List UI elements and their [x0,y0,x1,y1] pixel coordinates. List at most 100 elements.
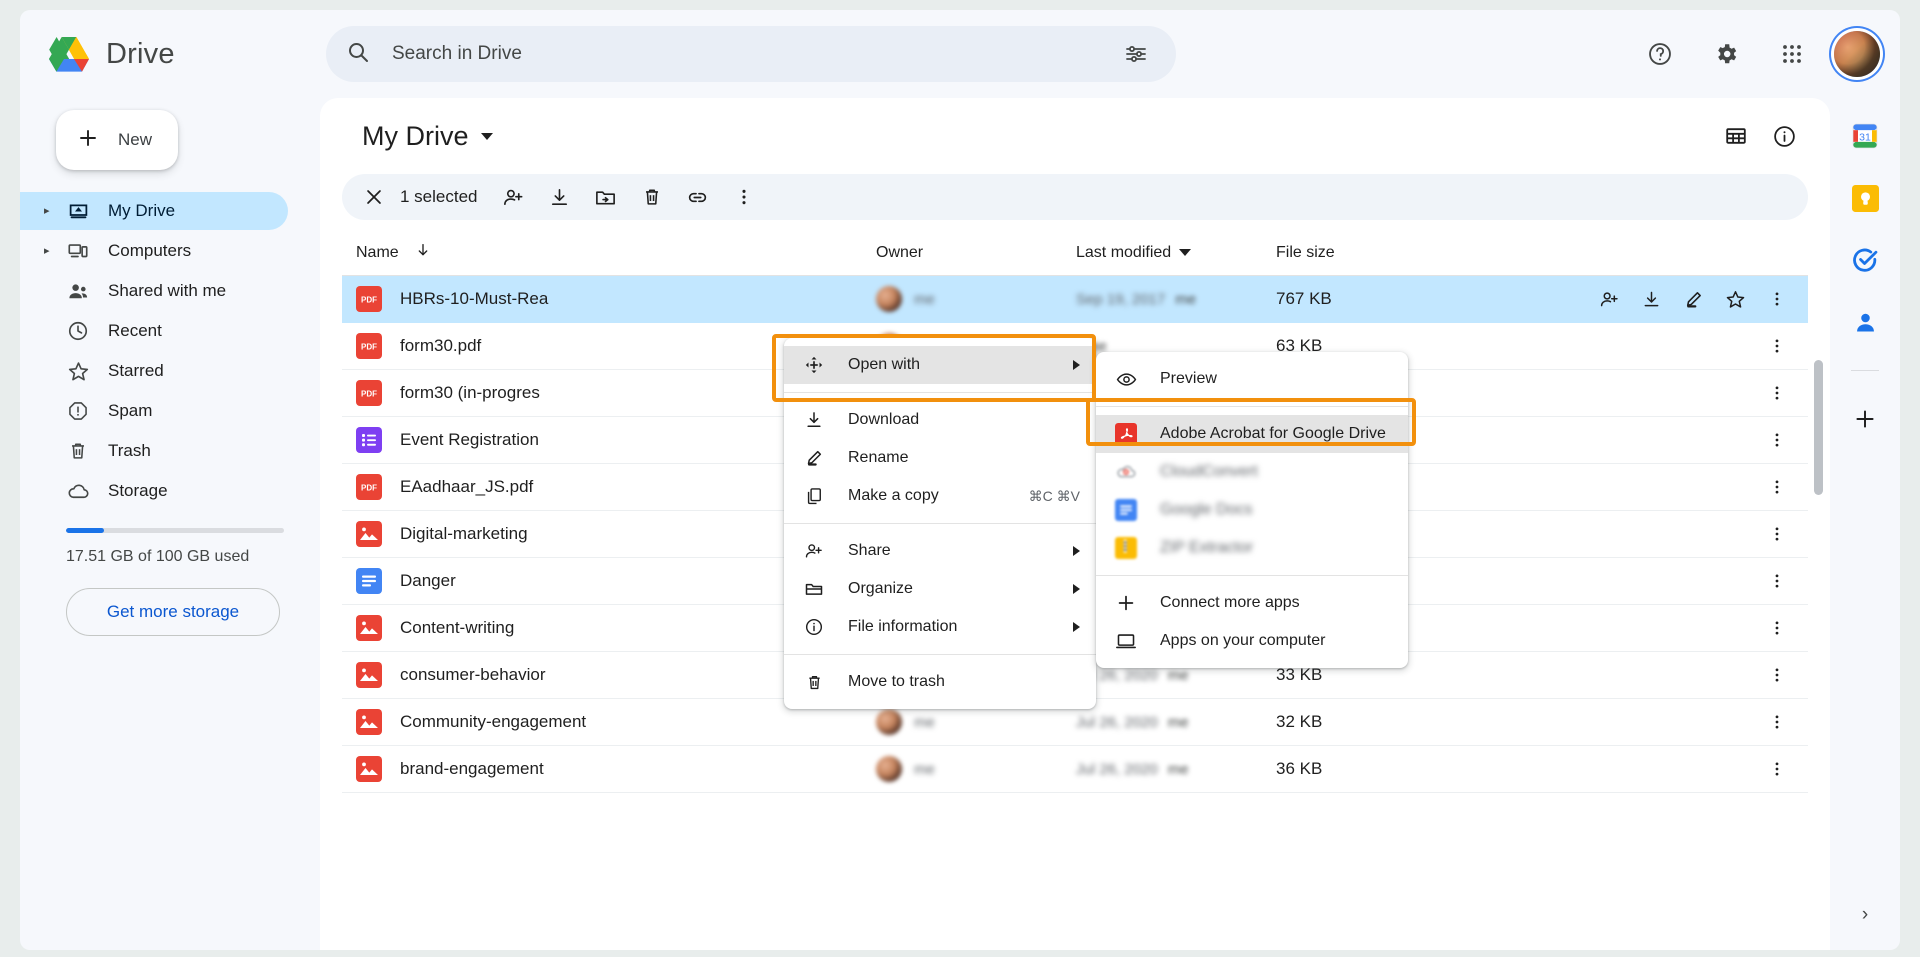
context-menu-item-shortcut: ⌘C ⌘V [1029,488,1080,505]
more-vert-icon[interactable] [1760,564,1794,598]
submenu-item-adobe-acrobat[interactable]: Adobe Acrobat for Google Drive [1096,415,1408,453]
more-vert-icon[interactable] [1760,282,1794,316]
new-button[interactable]: New [56,110,178,170]
sidebar-item-my-drive[interactable]: ▸ My Drive [20,192,288,230]
file-type-pdf-icon: PDF [356,286,382,312]
search-input[interactable] [392,43,1116,65]
modified-by: me [1168,667,1189,684]
google-calendar-icon[interactable]: 31 [1849,120,1881,152]
context-menu-item-file-information[interactable]: File information [784,608,1096,646]
copy-icon [802,486,826,506]
gear-icon[interactable] [1702,30,1750,78]
trash-icon[interactable] [632,177,672,217]
brand[interactable]: Drive [20,35,320,73]
owner-avatar [876,709,902,735]
share-person-add-icon[interactable] [494,177,534,217]
avatar[interactable] [1834,31,1880,77]
row-actions [1456,329,1794,363]
list-scrollbar[interactable] [1814,360,1823,495]
row-actions [1456,470,1794,504]
submenu-item-connect-more-apps[interactable]: Connect more apps [1096,584,1408,622]
context-menu-item-share[interactable]: Share [784,532,1096,570]
sidebar-item-storage[interactable]: Storage [20,472,288,510]
context-menu-item-organize[interactable]: Organize [784,570,1096,608]
file-name-label: Digital-marketing [400,524,528,544]
google-tasks-icon[interactable] [1849,244,1881,276]
google-contacts-icon[interactable] [1849,306,1881,338]
share-person-add-icon[interactable] [1592,282,1626,316]
storage-progress-bar [66,528,284,533]
file-owner-cell: me [876,286,1076,312]
column-header-file-size[interactable]: File size [1276,244,1456,262]
more-vert-icon[interactable] [1760,517,1794,551]
download-icon[interactable] [1634,282,1668,316]
table-row[interactable]: PDF HBRs-10-Must-Rea me Sep 19, 2017 me … [342,276,1808,323]
submenu-item-apps-on-your-computer[interactable]: Apps on your computer [1096,622,1408,660]
move-to-folder-icon[interactable] [586,177,626,217]
sidebar-item-starred[interactable]: Starred [20,352,288,390]
more-vert-icon[interactable] [1760,470,1794,504]
submenu-item-label: CloudConvert [1160,463,1392,481]
caret-down-icon [481,133,493,140]
more-vert-icon[interactable] [1760,329,1794,363]
context-menu-item-open-with[interactable]: Open with [784,346,1096,384]
get-link-icon[interactable] [678,177,718,217]
svg-text:PDF: PDF [361,390,377,399]
submenu-item-google-docs[interactable]: Google Docs [1096,491,1408,529]
more-vert-icon[interactable] [1760,611,1794,645]
svg-text:PDF: PDF [361,484,377,493]
context-menu-item-move-to-trash[interactable]: Move to trash [784,663,1096,701]
svg-text:PDF: PDF [361,296,377,305]
search-options-tune-icon[interactable] [1116,34,1156,74]
rename-pencil-icon[interactable] [1676,282,1710,316]
star-icon[interactable] [1718,282,1752,316]
context-menu-item-make-a-copy[interactable]: Make a copy ⌘C ⌘V [784,477,1096,515]
info-icon[interactable] [1760,112,1808,160]
more-vert-icon[interactable] [1760,752,1794,786]
help-icon[interactable] [1636,30,1684,78]
add-app-plus-icon[interactable] [1849,403,1881,435]
page-title[interactable]: My Drive [352,117,503,156]
column-header-name[interactable]: Name [356,242,876,263]
adobe-acrobat-icon [1114,423,1138,445]
recent-clock-icon [66,319,90,343]
sidebar-item-recent[interactable]: Recent [20,312,288,350]
file-name-label: Danger [400,571,456,591]
row-actions [1456,376,1794,410]
sidebar-item-trash[interactable]: Trash [20,432,288,470]
apps-grid-icon[interactable] [1768,30,1816,78]
owner-name: me [914,761,935,778]
sidebar: New ▸ My Drive ▸ Computers [20,98,320,950]
sidebar-item-spam[interactable]: Spam [20,392,288,430]
grid-view-icon[interactable] [1712,112,1760,160]
file-type-image-icon [356,521,382,547]
submenu-item-cloudconvert[interactable]: CloudConvert [1096,453,1408,491]
close-icon[interactable] [354,177,394,217]
more-vert-icon[interactable] [1760,376,1794,410]
more-vert-icon[interactable] [1760,705,1794,739]
download-icon[interactable] [540,177,580,217]
more-vert-icon[interactable] [724,177,764,217]
column-header-last-modified[interactable]: Last modified [1076,244,1276,262]
sidebar-item-computers[interactable]: ▸ Computers [20,232,288,270]
more-vert-icon[interactable] [1760,658,1794,692]
search-icon [346,40,370,69]
context-menu-item-download[interactable]: Download [784,401,1096,439]
submenu-item-preview[interactable]: Preview [1096,360,1408,398]
chevron-right-icon[interactable]: ▸ [44,205,56,217]
submenu-item-zip-extractor[interactable]: ZIP Extractor [1096,529,1408,567]
chevron-right-icon[interactable]: ▸ [44,245,56,257]
get-more-storage-button[interactable]: Get more storage [66,588,280,636]
google-keep-icon[interactable] [1849,182,1881,214]
more-vert-icon[interactable] [1760,423,1794,457]
sidebar-item-shared-with-me[interactable]: Shared with me [20,272,288,310]
search-bar[interactable] [326,26,1176,82]
sidebar-item-label: Recent [108,321,162,341]
google-drive-logo-icon [48,35,90,73]
table-row[interactable]: brand-engagement me Jul 26, 2020 me 36 K… [342,746,1808,793]
context-menu-item-rename[interactable]: Rename [784,439,1096,477]
expand-rail-chevron-icon[interactable]: › [1848,898,1882,932]
context-menu-item-label: Move to trash [848,673,1080,691]
context-menu-item-label: Make a copy [848,487,1019,505]
column-header-owner[interactable]: Owner [876,244,1076,262]
